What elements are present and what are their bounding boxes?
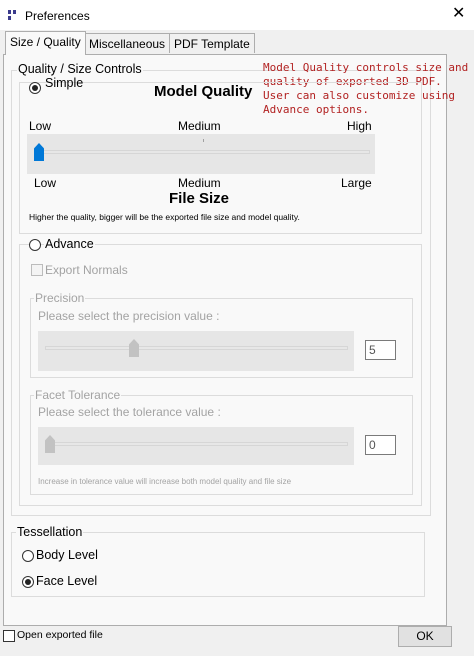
window-title: Preferences <box>25 9 90 23</box>
slider-tick <box>203 139 204 142</box>
tolerance-slider-track <box>45 442 348 446</box>
simple-label[interactable]: Simple <box>44 76 84 90</box>
export-normals-label: Export Normals <box>45 263 128 277</box>
precision-slider-track <box>45 346 348 350</box>
face-level-label[interactable]: Face Level <box>36 574 97 588</box>
quality-slider[interactable] <box>27 134 375 174</box>
precision-slider[interactable] <box>38 331 354 371</box>
simple-footnote: Higher the quality, bigger will be the e… <box>29 212 300 222</box>
close-icon[interactable]: ✕ <box>452 5 465 23</box>
precision-value-field[interactable]: 5 <box>365 340 396 360</box>
size-label-large: Large <box>341 176 372 190</box>
precision-legend: Precision <box>34 291 86 305</box>
tab-size-quality[interactable]: Size / Quality <box>5 31 86 55</box>
quality-label-low: Low <box>29 119 52 133</box>
file-size-heading: File Size <box>169 190 230 207</box>
open-exported-checkbox[interactable] <box>3 630 15 642</box>
body-level-label[interactable]: Body Level <box>36 548 98 562</box>
precision-prompt: Please select the precision value : <box>38 309 220 323</box>
tolerance-slider[interactable] <box>38 427 354 465</box>
size-label-medium: Medium <box>178 176 221 190</box>
tessellation-legend: Tessellation <box>16 525 84 539</box>
tolerance-footnote: Increase in tolerance value will increas… <box>38 477 292 486</box>
face-level-radio[interactable] <box>22 576 34 588</box>
tab-miscellaneous[interactable]: Miscellaneous <box>84 33 171 53</box>
advance-label[interactable]: Advance <box>44 237 95 251</box>
tab-pdf-template[interactable]: PDF Template <box>169 33 255 53</box>
export-normals-checkbox[interactable] <box>31 264 43 276</box>
quality-label-high: High <box>347 119 372 133</box>
advance-radio[interactable] <box>29 239 41 251</box>
tolerance-value-field[interactable]: 0 <box>365 435 396 455</box>
app-logo-icon <box>8 10 16 20</box>
facet-tolerance-legend: Facet Tolerance <box>34 388 122 402</box>
model-quality-heading: Model Quality <box>154 83 253 100</box>
quality-label-medium: Medium <box>178 119 221 133</box>
ok-button[interactable]: OK <box>398 626 452 647</box>
body-level-radio[interactable] <box>22 550 34 562</box>
size-label-low: Low <box>34 176 57 190</box>
quality-size-legend: Quality / Size Controls <box>17 62 143 76</box>
tolerance-prompt: Please select the tolerance value : <box>38 405 221 419</box>
simple-radio[interactable] <box>29 82 41 94</box>
quality-slider-track <box>36 150 370 154</box>
open-exported-label[interactable]: Open exported file <box>17 629 103 641</box>
